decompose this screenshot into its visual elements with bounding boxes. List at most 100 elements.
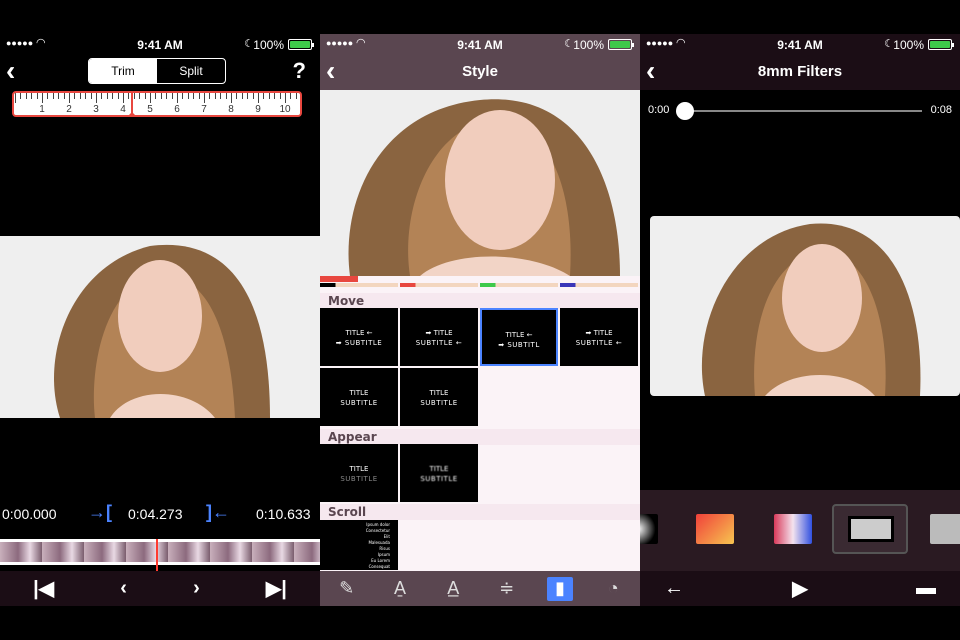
color-picker-bar[interactable] (320, 276, 640, 290)
ruler-label: 2 (66, 104, 72, 115)
battery-icon (928, 39, 954, 50)
style-screen: ●●●●● ◠ 9:41 AM ☾ 100% ‹ Style Move TITL… (320, 34, 640, 606)
align-icon[interactable]: ≑ (494, 577, 520, 601)
back-button[interactable]: ‹ (6, 56, 15, 86)
slider-track[interactable] (684, 110, 922, 112)
prev-frame-icon[interactable]: ‹ (120, 577, 127, 600)
move-thumb[interactable]: TITLE SUBTITLE (320, 368, 398, 426)
move-thumb[interactable]: TITLE ← ➡ SUBTITLE (320, 308, 398, 366)
ruler-tick (69, 93, 70, 103)
ruler-tick (96, 93, 97, 103)
tab-trim[interactable]: Trim (89, 59, 157, 83)
status-bar: ●●●●● ◠ 9:41 AM ☾ 100% (320, 34, 640, 54)
portrait-image (320, 90, 640, 276)
section-move: Move (320, 293, 640, 309)
film-icon[interactable]: ▬ (916, 577, 936, 600)
arrow-left-icon[interactable]: ← (664, 577, 684, 600)
ruler-tick (150, 93, 151, 103)
section-scroll: Scroll (320, 504, 640, 520)
move-thumb[interactable]: ➡ TITLE SUBTITLE ← (560, 308, 638, 366)
trim-start-handle[interactable]: →[ (88, 502, 112, 523)
ruler-tick (155, 93, 157, 99)
move-thumb[interactable]: TITLE ← ➡ SUBTITL (480, 308, 558, 366)
color-swatch-green[interactable] (480, 283, 558, 287)
speed-dial-icon[interactable]: ◔ (600, 577, 626, 601)
filter-preview (650, 216, 960, 396)
ruler-tick (204, 93, 205, 103)
ruler-tick (106, 93, 108, 99)
battery-percent: 100% (893, 38, 924, 52)
slider-knob[interactable] (676, 102, 694, 120)
ruler-tick (42, 93, 43, 103)
time-ruler[interactable]: 1 2 3 4 5 6 7 8 9 10 (12, 91, 302, 117)
style-preview (320, 90, 640, 276)
filter-warm[interactable] (696, 514, 734, 544)
ruler-tick (177, 93, 178, 103)
font-icon[interactable]: A̱ (387, 577, 413, 601)
next-frame-icon[interactable]: › (193, 577, 200, 600)
ruler-label: 9 (255, 104, 261, 115)
help-button[interactable]: ? (293, 58, 306, 84)
play-icon[interactable]: ▶ (792, 576, 807, 601)
text-position-icon[interactable]: ▮ (546, 576, 573, 601)
nav-bar: ‹ Trim Split ? (0, 54, 320, 90)
battery-percent: 100% (253, 38, 284, 52)
ruler-marker[interactable] (127, 93, 137, 115)
ruler-tick (263, 93, 265, 99)
ruler-tick (160, 93, 162, 99)
skip-start-icon[interactable]: |◀ (33, 576, 54, 601)
ruler-tick (187, 93, 189, 99)
color-swatch-blue[interactable] (560, 283, 638, 287)
ruler-tick (123, 93, 124, 103)
ruler-label: 5 (147, 104, 153, 115)
ruler-tick (182, 93, 184, 99)
color-swatch-black[interactable] (320, 283, 398, 287)
battery-percent: 100% (573, 38, 604, 52)
status-bar: ●●●●● ◠ 9:41 AM ☾ 100% (640, 34, 960, 54)
font-style-icon[interactable]: A̲ (440, 577, 466, 601)
skip-end-icon[interactable]: ▶| (266, 576, 287, 601)
ruler-tick (209, 93, 211, 99)
ruler-tick (144, 93, 146, 99)
slider-start-time: 0:00 (648, 104, 670, 116)
move-thumb[interactable]: TITLE SUBTITLE (400, 368, 478, 426)
filter-strip (640, 490, 960, 571)
filter-gray[interactable] (930, 514, 960, 544)
ruler-tick (74, 93, 76, 99)
video-preview (0, 236, 320, 418)
ruler-tick (79, 93, 81, 99)
portrait-image (0, 236, 320, 418)
filters-screen: ●●●●● ◠ 9:41 AM ☾ 100% ‹ 8mm Filters 0:0… (640, 34, 960, 606)
appear-thumb[interactable]: TITLE SUBTITLE (320, 444, 398, 502)
color-swatch-red[interactable] (400, 283, 478, 287)
ruler-tick (220, 93, 222, 99)
trim-split-toggle: Trim Split (88, 58, 226, 84)
filter-vignette[interactable] (640, 514, 658, 544)
ruler-tick (274, 93, 276, 99)
ruler-tick (52, 93, 54, 99)
playhead[interactable] (156, 539, 158, 571)
trim-end-handle[interactable]: ]← (206, 502, 230, 523)
status-bar: ●●●●● ◠ 9:41 AM ☾ 100% (0, 34, 320, 54)
filter-tint[interactable] (774, 514, 812, 544)
appear-thumb[interactable]: TITLE SUBTITLE (400, 444, 478, 502)
ruler-label: 3 (93, 104, 99, 115)
portrait-image (650, 216, 960, 396)
ruler-tick (63, 93, 65, 99)
move-thumb[interactable]: ➡ TITLE SUBTITLE ← (400, 308, 478, 366)
filter-8mm-selected[interactable] (832, 504, 908, 554)
ruler-label: 10 (279, 104, 291, 115)
ruler-tick (15, 93, 16, 103)
ruler-tick (25, 93, 27, 99)
scroll-thumb[interactable]: Ipsum dolor Consectetur Elit Malesuada Risus… (320, 520, 398, 570)
end-time: 0:10.633 (256, 506, 311, 522)
current-time: 0:04.273 (128, 506, 183, 522)
trim-screen: ●●●●● ◠ 9:41 AM ☾ 100% ‹ Trim Split ? 1 2… (0, 34, 320, 606)
video-filmstrip[interactable] (0, 539, 320, 571)
paint-brush-icon[interactable]: ✎ (334, 577, 360, 601)
ruler-tick (101, 93, 103, 99)
ruler-tick (166, 93, 168, 99)
ruler-label: 1 (39, 104, 45, 115)
tab-split[interactable]: Split (157, 59, 225, 83)
playback-slider: 0:00 0:08 (640, 100, 960, 120)
